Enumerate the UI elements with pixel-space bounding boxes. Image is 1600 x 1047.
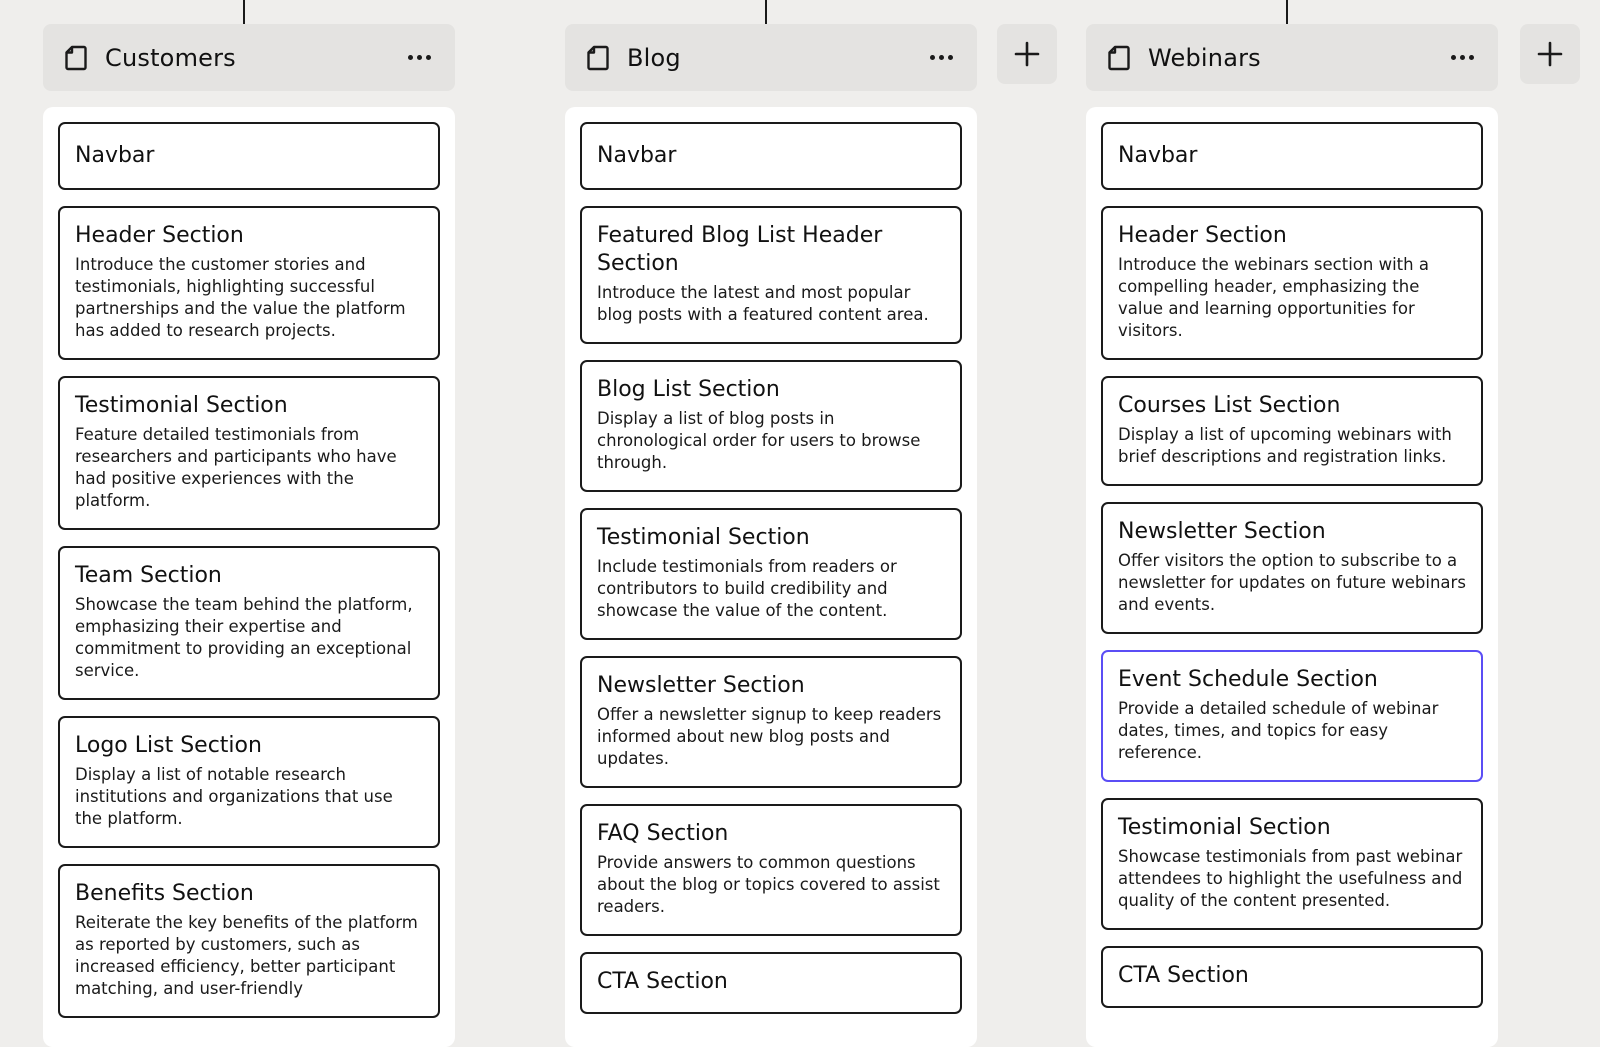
- card-title: FAQ Section: [597, 821, 729, 846]
- page-column-webinars: Webinars Navbar Header Section Introduce…: [1086, 24, 1498, 1047]
- section-card-faq[interactable]: FAQ Section Provide answers to common qu…: [580, 804, 962, 936]
- card-title: Courses List Section: [1118, 393, 1341, 418]
- section-card-blog-list[interactable]: Blog List Section Display a list of blog…: [580, 360, 962, 492]
- card-description: Introduce the latest and most popular bl…: [597, 283, 929, 324]
- more-icon[interactable]: [924, 49, 959, 66]
- section-card-testimonial[interactable]: Testimonial Section Feature detailed tes…: [58, 376, 440, 530]
- card-title: Newsletter Section: [1118, 519, 1326, 544]
- card-title: Navbar: [1118, 143, 1198, 168]
- section-card-event-schedule[interactable]: Event Schedule Section Provide a detaile…: [1101, 650, 1483, 782]
- card-description: Showcase testimonials from past webinar …: [1118, 847, 1463, 910]
- section-card-featured-blog-list-header[interactable]: Featured Blog List Header Section Introd…: [580, 206, 962, 344]
- plus-icon: [1014, 41, 1040, 67]
- card-title: CTA Section: [597, 969, 728, 994]
- card-description: Offer visitors the option to subscribe t…: [1118, 551, 1466, 614]
- section-card-testimonial[interactable]: Testimonial Section Include testimonials…: [580, 508, 962, 640]
- section-card-navbar[interactable]: Navbar: [1101, 122, 1483, 190]
- card-title: Navbar: [75, 143, 155, 168]
- card-description: Feature detailed testimonials from resea…: [75, 425, 397, 510]
- card-description: Display a list of notable research insti…: [75, 765, 393, 828]
- add-page-button[interactable]: [1520, 24, 1580, 84]
- column-body: Navbar Header Section Introduce the webi…: [1086, 107, 1498, 1047]
- section-card-courses-list[interactable]: Courses List Section Display a list of u…: [1101, 376, 1483, 486]
- add-page-button[interactable]: [997, 24, 1057, 84]
- section-card-newsletter[interactable]: Newsletter Section Offer visitors the op…: [1101, 502, 1483, 634]
- card-description: Display a list of upcoming webinars with…: [1118, 425, 1452, 466]
- section-card-cta[interactable]: CTA Section: [580, 952, 962, 1014]
- card-description: Offer a newsletter signup to keep reader…: [597, 705, 942, 768]
- column-body: Navbar Featured Blog List Header Section…: [565, 107, 977, 1047]
- section-card-header[interactable]: Header Section Introduce the webinars se…: [1101, 206, 1483, 360]
- section-card-navbar[interactable]: Navbar: [580, 122, 962, 190]
- card-description: Provide answers to common questions abou…: [597, 853, 940, 916]
- column-body: Navbar Header Section Introduce the cust…: [43, 107, 455, 1047]
- section-card-header[interactable]: Header Section Introduce the customer st…: [58, 206, 440, 360]
- column-header[interactable]: Customers: [43, 24, 455, 91]
- column-header[interactable]: Webinars: [1086, 24, 1498, 91]
- page-column-blog: Blog Navbar Featured Blog List Header Se…: [565, 24, 977, 1047]
- section-card-navbar[interactable]: Navbar: [58, 122, 440, 190]
- card-title: Testimonial Section: [1118, 815, 1331, 840]
- connector-line: [1286, 0, 1288, 24]
- column-title: Customers: [105, 43, 236, 72]
- plus-icon: [1537, 41, 1563, 67]
- section-card-testimonial[interactable]: Testimonial Section Showcase testimonial…: [1101, 798, 1483, 930]
- card-title: Testimonial Section: [75, 393, 288, 418]
- card-title: Newsletter Section: [597, 673, 805, 698]
- section-card-cta[interactable]: CTA Section: [1101, 946, 1483, 1008]
- card-title: Navbar: [597, 143, 677, 168]
- column-title: Blog: [627, 43, 681, 72]
- card-title: Team Section: [75, 563, 222, 588]
- section-card-team[interactable]: Team Section Showcase the team behind th…: [58, 546, 440, 700]
- column-header[interactable]: Blog: [565, 24, 977, 91]
- card-title: CTA Section: [1118, 963, 1249, 988]
- card-title: Blog List Section: [597, 377, 780, 402]
- section-card-newsletter[interactable]: Newsletter Section Offer a newsletter si…: [580, 656, 962, 788]
- card-description: Introduce the webinars section with a co…: [1118, 255, 1429, 340]
- card-title: Benefits Section: [75, 881, 254, 906]
- connector-line: [765, 0, 767, 24]
- connector-line: [243, 0, 245, 24]
- card-title: Header Section: [1118, 223, 1287, 248]
- card-description: Include testimonials from readers or con…: [597, 557, 897, 620]
- card-title: Event Schedule Section: [1118, 667, 1378, 692]
- card-description: Provide a detailed schedule of webinar d…: [1118, 699, 1439, 762]
- column-title: Webinars: [1148, 43, 1261, 72]
- card-description: Reiterate the key benefits of the platfo…: [75, 913, 418, 998]
- more-icon[interactable]: [402, 49, 437, 66]
- page-column-customers: Customers Navbar Header Section Introduc…: [43, 24, 455, 1047]
- card-title: Header Section: [75, 223, 244, 248]
- page-icon: [1108, 45, 1130, 71]
- card-title: Testimonial Section: [597, 525, 810, 550]
- card-title: Logo List Section: [75, 733, 262, 758]
- card-description: Display a list of blog posts in chronolo…: [597, 409, 921, 472]
- card-title: Featured Blog List Header Section: [597, 223, 883, 276]
- card-description: Showcase the team behind the platform, e…: [75, 595, 413, 680]
- section-card-logo-list[interactable]: Logo List Section Display a list of nota…: [58, 716, 440, 848]
- section-card-benefits[interactable]: Benefits Section Reiterate the key benef…: [58, 864, 440, 1018]
- card-description: Introduce the customer stories and testi…: [75, 255, 406, 340]
- page-icon: [65, 45, 87, 71]
- page-icon: [587, 45, 609, 71]
- more-icon[interactable]: [1445, 49, 1480, 66]
